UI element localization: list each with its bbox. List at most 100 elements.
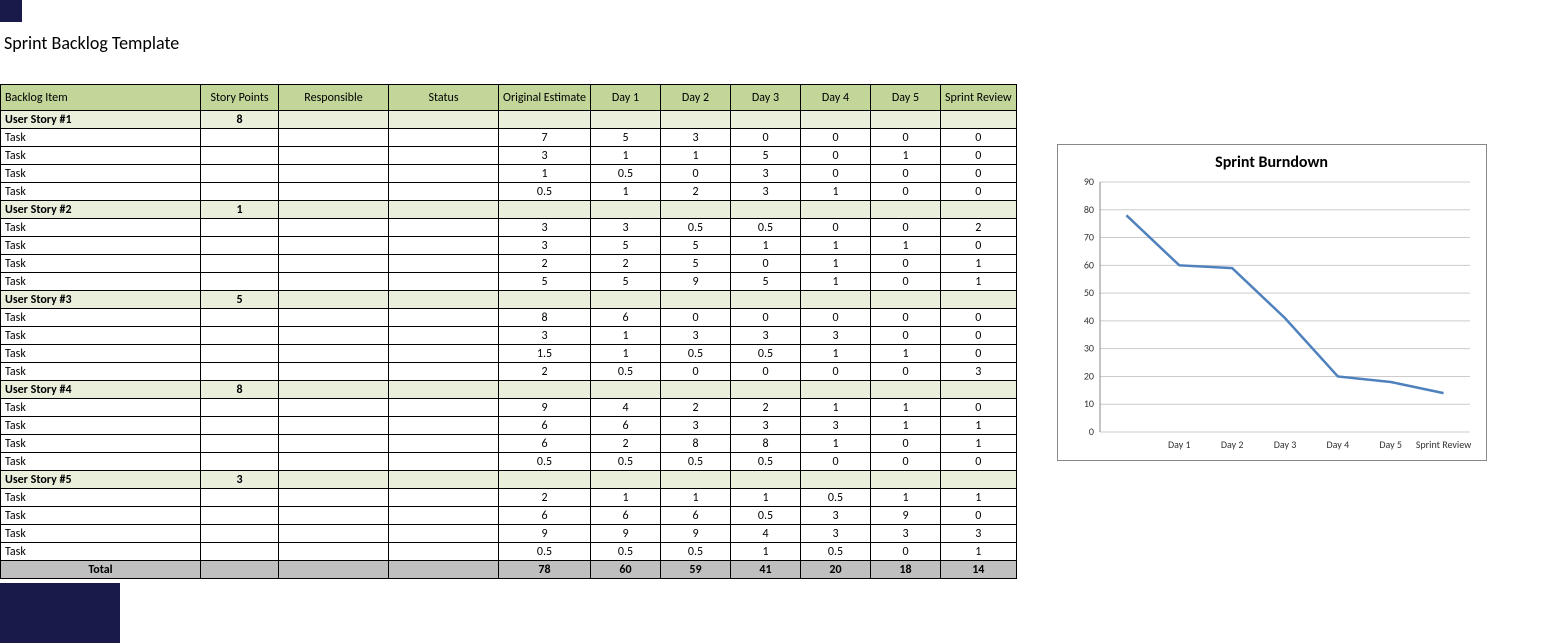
task-status[interactable] bbox=[389, 129, 499, 147]
task-responsible[interactable] bbox=[279, 525, 389, 543]
task-value[interactable]: 3 bbox=[801, 327, 871, 345]
task-responsible[interactable] bbox=[279, 237, 389, 255]
task-value[interactable]: 0 bbox=[871, 435, 941, 453]
task-value[interactable]: 1 bbox=[941, 435, 1017, 453]
task-value[interactable]: 0.5 bbox=[661, 345, 731, 363]
task-value[interactable]: 0 bbox=[871, 453, 941, 471]
task-responsible[interactable] bbox=[279, 327, 389, 345]
task-value[interactable]: 0 bbox=[871, 363, 941, 381]
task-value[interactable]: 1 bbox=[871, 147, 941, 165]
task-value[interactable]: 1 bbox=[871, 345, 941, 363]
task-status[interactable] bbox=[389, 453, 499, 471]
task-responsible[interactable] bbox=[279, 435, 389, 453]
task-value[interactable]: 2 bbox=[661, 183, 731, 201]
task-value[interactable]: 1 bbox=[499, 165, 591, 183]
task-status[interactable] bbox=[389, 543, 499, 561]
task-value[interactable]: 9 bbox=[661, 525, 731, 543]
task-name[interactable]: Task bbox=[1, 399, 201, 417]
task-value[interactable]: 3 bbox=[801, 525, 871, 543]
task-name[interactable]: Task bbox=[1, 417, 201, 435]
task-value[interactable]: 0 bbox=[801, 453, 871, 471]
task-value[interactable]: 0 bbox=[731, 129, 801, 147]
task-value[interactable]: 1 bbox=[591, 345, 661, 363]
task-points[interactable] bbox=[201, 309, 279, 327]
task-name[interactable]: Task bbox=[1, 435, 201, 453]
task-status[interactable] bbox=[389, 399, 499, 417]
story-status[interactable] bbox=[389, 381, 499, 399]
task-responsible[interactable] bbox=[279, 273, 389, 291]
task-value[interactable]: 9 bbox=[499, 525, 591, 543]
task-value[interactable]: 1 bbox=[801, 237, 871, 255]
task-points[interactable] bbox=[201, 147, 279, 165]
task-value[interactable]: 3 bbox=[499, 237, 591, 255]
task-value[interactable]: 6 bbox=[591, 309, 661, 327]
task-value[interactable]: 6 bbox=[591, 507, 661, 525]
task-responsible[interactable] bbox=[279, 165, 389, 183]
task-name[interactable]: Task bbox=[1, 309, 201, 327]
story-responsible[interactable] bbox=[279, 381, 389, 399]
task-points[interactable] bbox=[201, 507, 279, 525]
task-value[interactable]: 3 bbox=[731, 417, 801, 435]
story-name[interactable]: User Story #3 bbox=[1, 291, 201, 309]
task-value[interactable]: 1 bbox=[801, 399, 871, 417]
task-value[interactable]: 0.5 bbox=[591, 165, 661, 183]
task-value[interactable]: 5 bbox=[591, 237, 661, 255]
task-status[interactable] bbox=[389, 183, 499, 201]
task-name[interactable]: Task bbox=[1, 363, 201, 381]
task-value[interactable]: 2 bbox=[499, 255, 591, 273]
task-name[interactable]: Task bbox=[1, 273, 201, 291]
task-value[interactable]: 1 bbox=[941, 489, 1017, 507]
task-value[interactable]: 6 bbox=[499, 417, 591, 435]
task-value[interactable]: 3 bbox=[871, 525, 941, 543]
task-value[interactable]: 0 bbox=[871, 543, 941, 561]
task-value[interactable]: 5 bbox=[731, 147, 801, 165]
task-value[interactable]: 1 bbox=[941, 417, 1017, 435]
task-value[interactable]: 5 bbox=[499, 273, 591, 291]
task-value[interactable]: 1 bbox=[591, 327, 661, 345]
task-value[interactable]: 3 bbox=[591, 219, 661, 237]
task-points[interactable] bbox=[201, 255, 279, 273]
task-points[interactable] bbox=[201, 435, 279, 453]
task-status[interactable] bbox=[389, 255, 499, 273]
task-value[interactable]: 1 bbox=[731, 489, 801, 507]
task-name[interactable]: Task bbox=[1, 237, 201, 255]
task-responsible[interactable] bbox=[279, 489, 389, 507]
task-value[interactable]: 3 bbox=[941, 525, 1017, 543]
task-value[interactable]: 3 bbox=[499, 327, 591, 345]
task-status[interactable] bbox=[389, 273, 499, 291]
task-responsible[interactable] bbox=[279, 129, 389, 147]
task-points[interactable] bbox=[201, 237, 279, 255]
task-name[interactable]: Task bbox=[1, 453, 201, 471]
task-status[interactable] bbox=[389, 417, 499, 435]
task-value[interactable]: 9 bbox=[499, 399, 591, 417]
task-status[interactable] bbox=[389, 507, 499, 525]
task-value[interactable]: 3 bbox=[941, 363, 1017, 381]
task-status[interactable] bbox=[389, 525, 499, 543]
task-value[interactable]: 4 bbox=[591, 399, 661, 417]
task-value[interactable]: 1 bbox=[871, 399, 941, 417]
task-points[interactable] bbox=[201, 543, 279, 561]
task-value[interactable]: 1 bbox=[801, 183, 871, 201]
task-value[interactable]: 3 bbox=[731, 165, 801, 183]
task-value[interactable]: 5 bbox=[731, 273, 801, 291]
task-responsible[interactable] bbox=[279, 147, 389, 165]
task-value[interactable]: 0 bbox=[801, 147, 871, 165]
task-points[interactable] bbox=[201, 489, 279, 507]
story-status[interactable] bbox=[389, 291, 499, 309]
task-value[interactable]: 0.5 bbox=[591, 363, 661, 381]
task-value[interactable]: 1 bbox=[941, 543, 1017, 561]
task-points[interactable] bbox=[201, 129, 279, 147]
task-value[interactable]: 3 bbox=[661, 327, 731, 345]
task-value[interactable]: 5 bbox=[661, 237, 731, 255]
task-status[interactable] bbox=[389, 345, 499, 363]
task-value[interactable]: 6 bbox=[499, 435, 591, 453]
task-status[interactable] bbox=[389, 309, 499, 327]
task-points[interactable] bbox=[201, 273, 279, 291]
task-value[interactable]: 0 bbox=[941, 327, 1017, 345]
task-responsible[interactable] bbox=[279, 543, 389, 561]
task-value[interactable]: 0 bbox=[801, 363, 871, 381]
story-points[interactable]: 5 bbox=[201, 291, 279, 309]
story-points[interactable]: 8 bbox=[201, 381, 279, 399]
task-name[interactable]: Task bbox=[1, 183, 201, 201]
task-value[interactable]: 0 bbox=[941, 345, 1017, 363]
